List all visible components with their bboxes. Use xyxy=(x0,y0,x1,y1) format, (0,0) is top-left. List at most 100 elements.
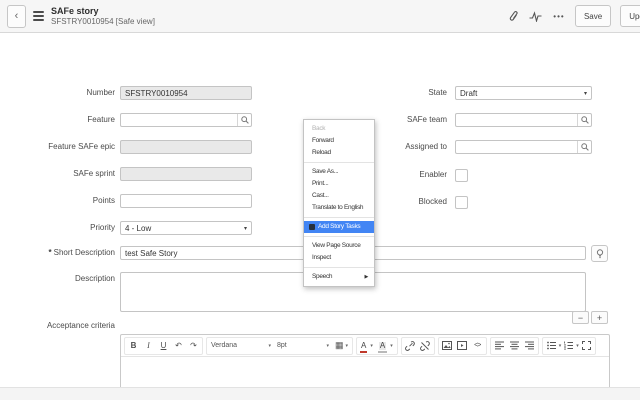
insert-media-icon[interactable] xyxy=(455,339,470,353)
bold-icon[interactable]: B xyxy=(126,339,141,353)
state-chevron-icon: ▾ xyxy=(584,90,587,97)
menu-item-inspect[interactable]: Inspect xyxy=(304,252,374,264)
menu-separator xyxy=(304,217,374,218)
knowledge-search-icon[interactable] xyxy=(591,245,608,262)
editor-shrink-button[interactable]: − xyxy=(572,311,589,324)
menu-item-cast[interactable]: Cast... xyxy=(304,190,374,202)
submenu-arrow-icon: ▶ xyxy=(364,271,368,283)
priority-chevron-icon: ▾ xyxy=(244,225,247,232)
italic-icon[interactable]: I xyxy=(141,339,156,353)
feature-input[interactable] xyxy=(121,114,241,126)
priority-label: Priority xyxy=(5,221,115,235)
editor-group-color: A ▾ A ▾ xyxy=(356,337,398,355)
feature-label: Feature xyxy=(5,113,115,127)
points-field[interactable] xyxy=(120,194,252,208)
menu-item-save-as[interactable]: Save As... xyxy=(304,166,374,178)
redo-icon[interactable]: ↷ xyxy=(186,339,201,353)
feature-safe-epic-field xyxy=(120,140,252,154)
assigned-to-search-icon[interactable] xyxy=(577,141,591,153)
menu-item-print[interactable]: Print... xyxy=(304,178,374,190)
editor-toolbar: B I U ↶ ↷ Verdana ▾ 8pt ▾ ▦ xyxy=(121,335,609,357)
state-label: State xyxy=(337,86,447,100)
safe-story-form-page: ‹ SAFe story SFSTRY0010954 [Safe view] •… xyxy=(0,0,640,400)
attachment-icon[interactable] xyxy=(506,9,520,23)
numbered-list-icon[interactable] xyxy=(561,339,576,353)
back-chevron-icon: ‹ xyxy=(15,10,19,22)
align-center-icon[interactable] xyxy=(507,339,522,353)
menu-item-translate[interactable]: Translate to English xyxy=(304,202,374,214)
blocked-checkbox[interactable] xyxy=(455,196,468,209)
safe-team-field xyxy=(455,113,592,127)
bullet-list-icon[interactable] xyxy=(544,339,559,353)
editor-group-font: Verdana ▾ 8pt ▾ ▦ ▾ xyxy=(206,337,353,355)
remove-link-icon[interactable] xyxy=(418,339,433,353)
header-actions: ••• Save Update xyxy=(506,5,640,27)
record-number-subtitle: SFSTRY0010954 [Safe view] xyxy=(51,17,155,26)
short-description-label: *Short Description xyxy=(5,246,115,260)
background-color-button[interactable]: A ▾ xyxy=(376,339,396,353)
page-title: SAFe story xyxy=(51,6,155,16)
extension-icon xyxy=(309,224,315,230)
assigned-to-input[interactable] xyxy=(456,141,581,153)
editor-group-media: <> xyxy=(438,337,487,355)
enabler-checkbox[interactable] xyxy=(455,169,468,182)
state-select[interactable]: Draft ▾ xyxy=(455,86,592,100)
insert-link-icon[interactable] xyxy=(403,339,418,353)
align-right-icon[interactable] xyxy=(522,339,537,353)
window-bottom-strip xyxy=(0,387,640,400)
insert-image-icon[interactable] xyxy=(440,339,455,353)
record-title-block: SAFe story SFSTRY0010954 [Safe view] xyxy=(51,6,155,26)
update-button[interactable]: Update xyxy=(620,5,640,27)
feature-field xyxy=(120,113,252,127)
safe-sprint-field xyxy=(120,167,252,181)
editor-group-link xyxy=(401,337,435,355)
menu-item-back: Back xyxy=(304,123,374,135)
font-size-select[interactable]: 8pt ▾ xyxy=(274,339,332,353)
number-field[interactable] xyxy=(120,86,252,100)
editor-group-format: B I U ↶ ↷ xyxy=(124,337,203,355)
save-button[interactable]: Save xyxy=(575,5,611,27)
safe-team-input[interactable] xyxy=(456,114,581,126)
feature-safe-epic-label: Feature SAFe epic xyxy=(5,140,115,154)
menu-item-view-page-source[interactable]: View Page Source xyxy=(304,240,374,252)
state-value: Draft xyxy=(460,89,477,98)
underline-icon[interactable]: U xyxy=(156,339,171,353)
safe-team-search-icon[interactable] xyxy=(577,114,591,126)
table-menu-button[interactable]: ▦ ▾ xyxy=(332,339,351,353)
undo-icon[interactable]: ↶ xyxy=(171,339,186,353)
editor-group-lists: ▾ ▾ xyxy=(542,337,596,355)
menu-separator xyxy=(304,162,374,163)
browser-context-menu: Back Forward Reload Save As... Print... … xyxy=(303,119,375,287)
font-name-chevron-icon: ▾ xyxy=(268,343,271,349)
feature-search-icon[interactable] xyxy=(237,114,251,126)
fullscreen-icon[interactable] xyxy=(579,339,594,353)
menu-item-forward[interactable]: Forward xyxy=(304,135,374,147)
menu-separator xyxy=(304,236,374,237)
font-name-select[interactable]: Verdana ▾ xyxy=(208,339,274,353)
align-left-icon[interactable] xyxy=(492,339,507,353)
points-label: Points xyxy=(5,194,115,208)
table-icon: ▦ xyxy=(335,340,344,351)
activity-stream-icon[interactable] xyxy=(529,9,543,23)
acceptance-criteria-label: Acceptance criteria xyxy=(5,319,115,333)
text-color-button[interactable]: A ▾ xyxy=(358,339,376,353)
priority-value: 4 - Low xyxy=(125,224,151,233)
more-options-icon[interactable]: ••• xyxy=(552,9,566,23)
required-asterisk-icon: * xyxy=(49,248,52,257)
table-chevron-icon: ▾ xyxy=(346,343,349,349)
form-context-menu-icon[interactable] xyxy=(33,11,44,21)
menu-item-speech[interactable]: Speech ▶ xyxy=(304,271,374,283)
assigned-to-field xyxy=(455,140,592,154)
background-color-icon: A xyxy=(379,342,386,350)
priority-select[interactable]: 4 - Low ▾ xyxy=(120,221,252,235)
menu-separator xyxy=(304,267,374,268)
form-header: ‹ SAFe story SFSTRY0010954 [Safe view] •… xyxy=(0,0,640,33)
menu-item-reload[interactable]: Reload xyxy=(304,147,374,159)
back-button[interactable]: ‹ xyxy=(7,5,26,28)
number-label: Number xyxy=(5,86,115,100)
editor-grow-button[interactable]: + xyxy=(591,311,608,324)
text-color-icon: A xyxy=(361,342,366,350)
safe-sprint-label: SAFe sprint xyxy=(5,167,115,181)
source-code-icon[interactable]: <> xyxy=(470,339,485,353)
menu-item-add-story-tasks[interactable]: Add Story Tasks xyxy=(304,221,374,233)
